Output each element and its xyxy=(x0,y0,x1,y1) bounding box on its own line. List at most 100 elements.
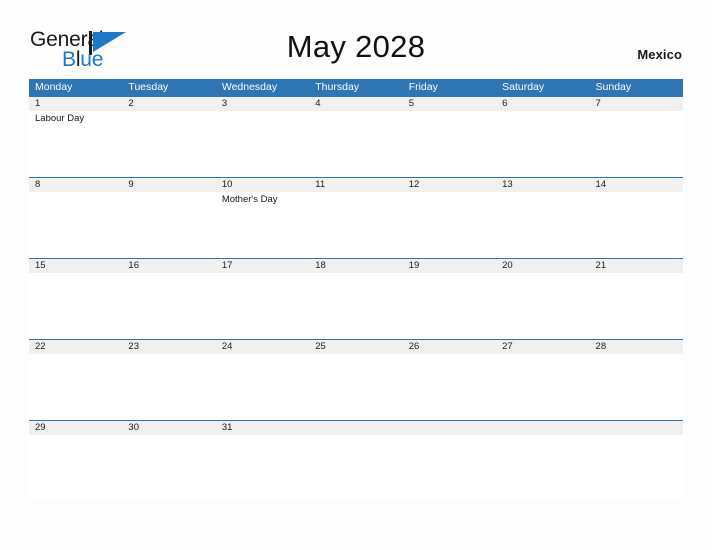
page-header: General Blue May 2028 Mexico xyxy=(0,0,712,78)
day-cell[interactable] xyxy=(403,273,496,339)
day-cell[interactable] xyxy=(590,435,683,501)
day-cell[interactable]: Mother's Day xyxy=(216,192,309,258)
date-cell[interactable] xyxy=(309,421,402,435)
calendar-grid: Monday Tuesday Wednesday Thursday Friday… xyxy=(29,79,683,501)
weekday-wednesday: Wednesday xyxy=(221,81,278,93)
date-cell[interactable]: 21 xyxy=(590,259,683,273)
day-cell[interactable] xyxy=(496,435,589,501)
date-cell[interactable]: 31 xyxy=(216,421,309,435)
date-cell[interactable]: 26 xyxy=(403,340,496,354)
event-band xyxy=(29,435,683,501)
day-cell[interactable] xyxy=(403,192,496,258)
weekday-tuesday: Tuesday xyxy=(128,81,169,93)
date-cell[interactable]: 7 xyxy=(590,97,683,111)
day-cell[interactable] xyxy=(216,273,309,339)
day-cell[interactable] xyxy=(590,111,683,177)
date-cell[interactable]: 17 xyxy=(216,259,309,273)
date-cell[interactable]: 1 xyxy=(29,97,122,111)
day-cell[interactable] xyxy=(29,273,122,339)
day-cell[interactable] xyxy=(309,354,402,420)
day-cell[interactable] xyxy=(590,273,683,339)
day-cell[interactable] xyxy=(309,273,402,339)
weekday-friday: Friday xyxy=(408,81,438,93)
date-cell[interactable]: 23 xyxy=(122,340,215,354)
date-cell[interactable]: 13 xyxy=(496,178,589,192)
date-band: 1 2 3 4 5 6 7 xyxy=(29,97,683,111)
date-cell[interactable]: 15 xyxy=(29,259,122,273)
date-cell[interactable]: 22 xyxy=(29,340,122,354)
date-cell[interactable]: 18 xyxy=(309,259,402,273)
day-cell[interactable] xyxy=(496,354,589,420)
date-cell[interactable] xyxy=(590,421,683,435)
event-band xyxy=(29,354,683,420)
day-cell[interactable] xyxy=(122,435,215,501)
day-cell[interactable] xyxy=(403,354,496,420)
week-row: 22 23 24 25 26 27 28 xyxy=(29,339,683,420)
date-cell[interactable]: 9 xyxy=(122,178,215,192)
event-label: Mother's Day xyxy=(221,194,278,205)
weekday-monday: Monday xyxy=(35,81,73,93)
weekday-thursday: Thursday xyxy=(315,81,360,93)
day-cell[interactable] xyxy=(403,435,496,501)
weekday-header-row: Monday Tuesday Wednesday Thursday Friday… xyxy=(29,79,683,96)
day-cell[interactable] xyxy=(29,435,122,501)
date-cell[interactable]: 8 xyxy=(29,178,122,192)
calendar-page: General Blue May 2028 Mexico Monday Tues… xyxy=(0,0,712,550)
country-label: Mexico xyxy=(637,47,682,62)
day-cell[interactable] xyxy=(496,111,589,177)
date-cell[interactable] xyxy=(403,421,496,435)
day-cell[interactable] xyxy=(122,111,215,177)
date-band: 8 9 10 11 12 13 14 xyxy=(29,178,683,192)
day-cell[interactable] xyxy=(496,192,589,258)
date-cell[interactable]: 14 xyxy=(590,178,683,192)
day-cell[interactable] xyxy=(216,435,309,501)
date-band: 22 23 24 25 26 27 28 xyxy=(29,340,683,354)
day-cell[interactable] xyxy=(309,435,402,501)
day-cell[interactable] xyxy=(216,354,309,420)
day-cell[interactable]: Labour Day xyxy=(29,111,122,177)
event-label: Labour Day xyxy=(35,113,85,124)
week-row: 29 30 31 xyxy=(29,420,683,501)
week-row: 15 16 17 18 19 20 21 xyxy=(29,258,683,339)
date-cell[interactable]: 3 xyxy=(216,97,309,111)
day-cell[interactable] xyxy=(403,111,496,177)
date-cell[interactable]: 30 xyxy=(122,421,215,435)
date-band: 15 16 17 18 19 20 21 xyxy=(29,259,683,273)
day-cell[interactable] xyxy=(590,354,683,420)
date-cell[interactable]: 20 xyxy=(496,259,589,273)
date-cell[interactable]: 10 xyxy=(216,178,309,192)
date-cell[interactable] xyxy=(496,421,589,435)
date-cell[interactable]: 29 xyxy=(29,421,122,435)
date-cell[interactable]: 6 xyxy=(496,97,589,111)
date-cell[interactable]: 24 xyxy=(216,340,309,354)
date-cell[interactable]: 25 xyxy=(309,340,402,354)
date-cell[interactable]: 2 xyxy=(122,97,215,111)
day-cell[interactable] xyxy=(122,354,215,420)
day-cell[interactable] xyxy=(590,192,683,258)
date-cell[interactable]: 11 xyxy=(309,178,402,192)
day-cell[interactable] xyxy=(29,192,122,258)
event-band xyxy=(29,273,683,339)
day-cell[interactable] xyxy=(309,192,402,258)
day-cell[interactable] xyxy=(309,111,402,177)
event-band: Labour Day xyxy=(29,111,683,177)
date-cell[interactable]: 4 xyxy=(309,97,402,111)
date-cell[interactable]: 16 xyxy=(122,259,215,273)
weekday-sunday: Sunday xyxy=(595,81,632,93)
page-title: May 2028 xyxy=(286,29,426,64)
date-cell[interactable]: 28 xyxy=(590,340,683,354)
event-band: Mother's Day xyxy=(29,192,683,258)
date-cell[interactable]: 5 xyxy=(403,97,496,111)
day-cell[interactable] xyxy=(29,354,122,420)
week-row: 1 2 3 4 5 6 7 Labour Day xyxy=(29,96,683,177)
day-cell[interactable] xyxy=(216,111,309,177)
date-band: 29 30 31 xyxy=(29,421,683,435)
day-cell[interactable] xyxy=(122,192,215,258)
date-cell[interactable]: 19 xyxy=(403,259,496,273)
day-cell[interactable] xyxy=(122,273,215,339)
week-row: 8 9 10 11 12 13 14 Mother's Day xyxy=(29,177,683,258)
weekday-saturday: Saturday xyxy=(502,81,545,93)
date-cell[interactable]: 12 xyxy=(403,178,496,192)
day-cell[interactable] xyxy=(496,273,589,339)
date-cell[interactable]: 27 xyxy=(496,340,589,354)
